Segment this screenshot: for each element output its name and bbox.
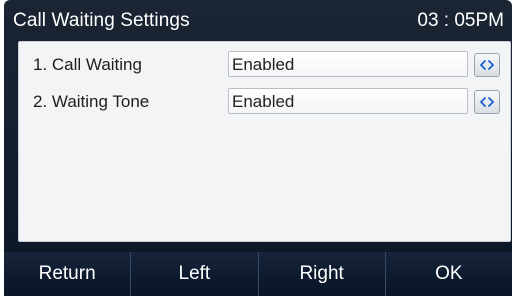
- return-softkey[interactable]: Return: [4, 252, 131, 296]
- clock: 03 : 05PM: [417, 10, 504, 31]
- settings-panel: 1. Call Waiting Enabled 2. Waiting Tone …: [18, 41, 511, 242]
- title-bar: Call Waiting Settings 03 : 05PM: [4, 0, 512, 42]
- call-waiting-value-field[interactable]: Enabled: [228, 51, 468, 77]
- left-right-arrows-icon[interactable]: [474, 90, 500, 114]
- setting-label: 1. Call Waiting: [33, 55, 142, 74]
- left-softkey[interactable]: Left: [130, 252, 258, 296]
- softkey-bar: Return Left Right OK: [4, 252, 512, 296]
- waiting-tone-value-field[interactable]: Enabled: [228, 88, 468, 114]
- page-title: Call Waiting Settings: [13, 10, 190, 31]
- setting-label: 2. Waiting Tone: [33, 92, 150, 111]
- right-softkey[interactable]: Right: [257, 252, 385, 296]
- setting-row-call-waiting[interactable]: 1. Call Waiting Enabled: [19, 47, 510, 81]
- phone-screen: Call Waiting Settings 03 : 05PM 1. Call …: [4, 0, 512, 296]
- setting-value: Enabled: [232, 55, 295, 74]
- ok-softkey[interactable]: OK: [384, 252, 512, 296]
- left-right-arrows-icon[interactable]: [474, 53, 500, 77]
- setting-value: Enabled: [232, 92, 295, 111]
- setting-row-waiting-tone[interactable]: 2. Waiting Tone Enabled: [19, 84, 510, 118]
